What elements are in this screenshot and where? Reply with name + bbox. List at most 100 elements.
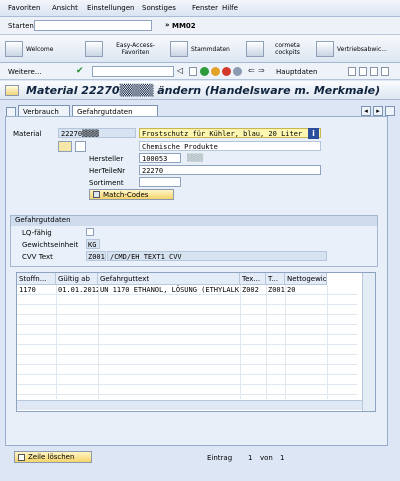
print-icon[interactable] — [233, 67, 242, 76]
title-bar: Material 22270▒▒▒▒ ändern (Handelsware m… — [0, 81, 400, 100]
von-value: 1 — [280, 454, 285, 462]
document-icon[interactable] — [75, 141, 86, 152]
menu-ansicht[interactable]: Ansicht — [52, 4, 78, 12]
tab-next-icon[interactable]: ▸ — [373, 106, 383, 116]
table-row[interactable] — [17, 365, 357, 375]
okcode-field[interactable] — [92, 66, 174, 77]
chevron-right-icon: » — [165, 21, 170, 29]
exit-icon[interactable] — [211, 67, 220, 76]
hertnr-field[interactable]: 22270 — [139, 165, 321, 175]
chem-field: Chemische Produkte — [139, 141, 321, 151]
hersteller-field[interactable]: 100053 — [139, 153, 181, 163]
table-row[interactable] — [17, 305, 357, 315]
match-codes-label: Match-Codes — [103, 190, 149, 199]
column-header[interactable]: Tex... — [240, 273, 266, 285]
horizontal-scrollbar[interactable] — [17, 400, 362, 410]
help-icon[interactable] — [370, 67, 378, 76]
new-session-icon[interactable] — [348, 67, 356, 76]
gefahrgut-group: Gefahrgutdaten LQ-fähig Gewichtseinheit … — [10, 215, 378, 267]
lq-checkbox[interactable] — [86, 228, 94, 236]
arrow-right-icon[interactable]: ⇒ — [258, 66, 265, 75]
table-row[interactable]: 1170 01.01.2012 UN 1170 ETHANOL, LÖSUNG … — [17, 285, 357, 295]
grid-icon — [93, 191, 100, 198]
cancel-icon[interactable] — [222, 67, 231, 76]
cockpits-label: cormeta cockpits — [275, 42, 300, 56]
cvv-code-field: Z001 — [86, 251, 106, 261]
material-field: 22270▒▒▒▒ — [58, 128, 136, 138]
column-header[interactable]: Gültig ab — [56, 273, 98, 285]
favorites-label: Easy-Access-Favoriten — [116, 42, 155, 56]
favorites-button[interactable]: Easy-Access-Favoriten — [85, 37, 165, 61]
table-row[interactable] — [17, 355, 357, 365]
column-header[interactable]: Nettogewic — [285, 273, 327, 285]
arrow-left-icon[interactable]: ⇐ — [248, 66, 255, 75]
vertical-scrollbar[interactable] — [362, 273, 375, 411]
cell-nettogewicht: 20 — [287, 286, 296, 294]
command-field[interactable] — [34, 20, 152, 31]
menu-fenster[interactable]: Fenster — [192, 4, 218, 12]
menu-hilfe[interactable]: Hilfe — [222, 4, 238, 12]
back-icon[interactable] — [200, 67, 209, 76]
sortiment-label: Sortiment — [89, 179, 124, 187]
welcome-button[interactable]: Welcome — [5, 37, 73, 61]
gewicht-label: Gewichtseinheit — [22, 241, 79, 249]
cell-t: Z001 — [268, 286, 285, 294]
sortiment-field[interactable] — [139, 177, 181, 187]
info-icon[interactable]: i — [308, 128, 319, 139]
page-title: Material 22270▒▒▒▒ ändern (Handelsware m… — [26, 84, 381, 97]
column-header[interactable]: Gefahrguttext — [98, 273, 240, 285]
delete-icon — [18, 453, 25, 461]
chevron-left-icon[interactable]: ◁ — [177, 66, 183, 75]
table-row[interactable] — [17, 385, 357, 395]
table-row[interactable] — [17, 375, 357, 385]
column-header[interactable]: Stoffn... — [17, 273, 56, 285]
delete-row-label: Zeile löschen — [28, 453, 75, 461]
table-row[interactable] — [17, 335, 357, 345]
cell-gueltig-ab: 01.01.2012 — [58, 286, 98, 294]
tab-list-icon[interactable] — [385, 106, 395, 116]
cvv-text-field: /CMD/EH_TEXT1_CVV — [107, 251, 327, 261]
footer: Zeile löschen Eintrag 1 von 1 — [0, 447, 400, 481]
tab-strip: Verbrauch Gefahrgutdaten ◂ ▸ — [0, 103, 400, 118]
table-row[interactable] — [17, 315, 357, 325]
lq-label: LQ-fähig — [22, 229, 52, 237]
delete-row-button[interactable]: Zeile löschen — [14, 451, 92, 463]
description-field[interactable]: Frostschutz für Kühler, blau, 20 Liter — [139, 128, 321, 138]
cell-stoffnr: 1170 — [19, 286, 36, 294]
start-label: Starten: — [8, 22, 37, 30]
stammdaten-label: Stammdaten — [191, 45, 230, 53]
table-row[interactable] — [17, 345, 357, 355]
command-bar: Starten: » MM02 — [0, 17, 400, 35]
check-icon[interactable]: ✔ — [76, 66, 84, 76]
entry-label: Eintrag — [207, 454, 233, 462]
layout-icon[interactable] — [359, 67, 367, 76]
menu-sonstiges[interactable]: Sonstiges — [142, 4, 176, 12]
material-label: Material — [13, 130, 42, 138]
vertrieb-button[interactable]: Vertriebsabwic... — [316, 37, 400, 61]
edit-icon[interactable] — [58, 141, 72, 152]
gefahrgut-title: Gefahrgutdaten — [11, 216, 377, 226]
cockpits-button[interactable]: cormeta cockpits — [246, 37, 308, 61]
vertrieb-label: Vertriebsabwic... — [337, 45, 387, 53]
favorites-icon — [85, 41, 103, 57]
entry-value: 1 — [248, 454, 253, 462]
weitere-menu[interactable]: Weitere... — [8, 68, 42, 76]
tab-prev-icon[interactable]: ◂ — [361, 106, 371, 116]
menu-favoriten[interactable]: Favoriten — [8, 4, 40, 12]
cockpits-icon — [246, 41, 264, 57]
customize-icon[interactable] — [381, 67, 389, 76]
welcome-icon — [5, 41, 23, 57]
menu-bar: Favoriten Ansicht Einstellungen Sonstige… — [0, 0, 400, 17]
stammdaten-button[interactable]: Stammdaten — [170, 37, 240, 61]
save-icon[interactable] — [189, 67, 197, 76]
hertnr-label: HerTeileNr — [89, 167, 126, 175]
menu-einstellungen[interactable]: Einstellungen — [87, 4, 134, 12]
stammdaten-icon — [170, 41, 188, 57]
table-row[interactable] — [17, 295, 357, 305]
table-row[interactable] — [17, 325, 357, 335]
toolbar: Weitere... ✔ ◁ ⇐ ⇒ Hauptdaten — [0, 63, 400, 80]
column-header[interactable]: T... — [266, 273, 285, 285]
screen-icon — [5, 85, 19, 96]
hauptdaten-button[interactable]: Hauptdaten — [276, 68, 317, 76]
match-codes-button[interactable]: Match-Codes — [89, 189, 174, 200]
